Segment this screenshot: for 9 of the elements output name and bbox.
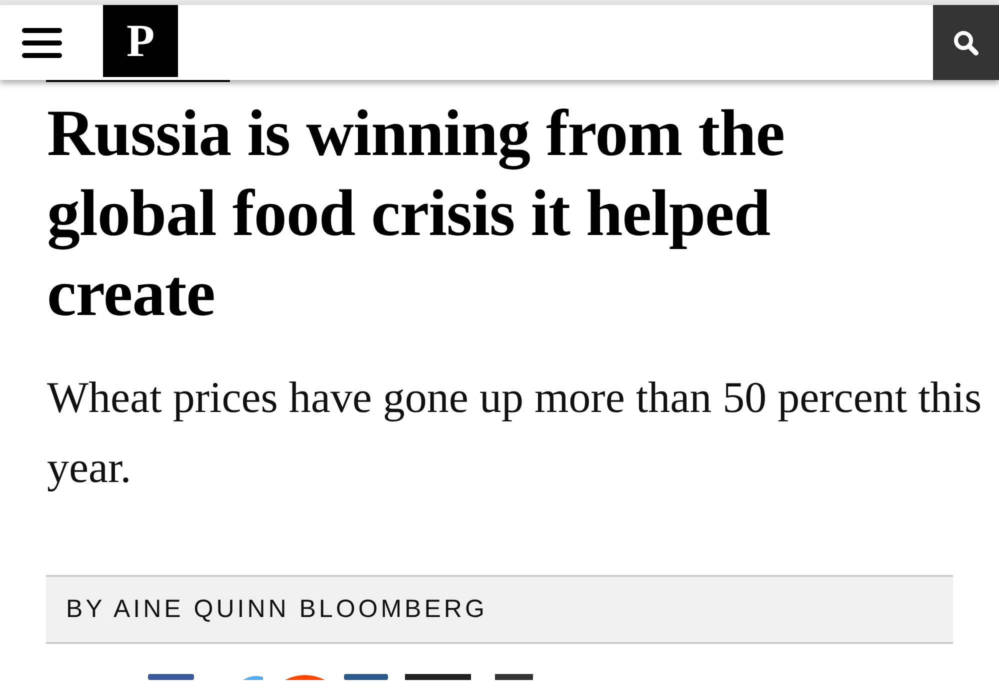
article-headline: Russia is winning from the global food crisis it helped create [47,96,786,332]
search-button[interactable] [933,5,999,80]
article-subheadline: Wheat prices have gone up more than 50 percent this year. [47,372,983,494]
search-icon [953,30,979,56]
share-icon[interactable] [285,674,325,680]
menu-icon [22,28,62,58]
share-icon[interactable] [241,674,265,680]
byline: BY AINE QUINN BLOOMBERG [66,594,488,625]
logo[interactable]: P [103,5,178,77]
